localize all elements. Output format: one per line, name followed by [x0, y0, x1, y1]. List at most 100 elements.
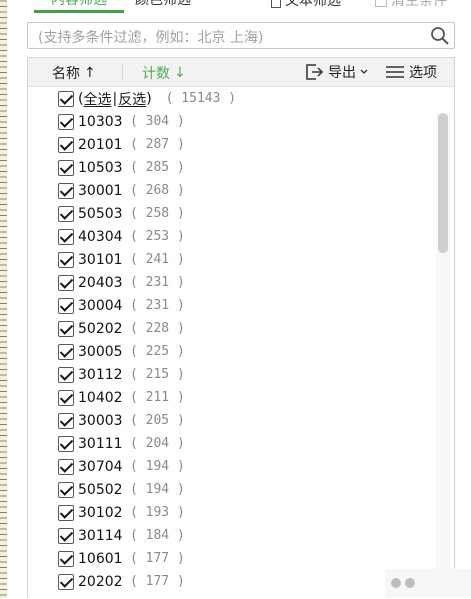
list-item[interactable]: 20101 ( 287 ) — [58, 133, 185, 156]
item-checkbox[interactable] — [58, 297, 74, 314]
item-count: ( 215 ) — [130, 367, 185, 382]
item-code: 30704 — [78, 458, 123, 475]
item-checkbox[interactable] — [58, 504, 74, 521]
item-code: 20202 — [78, 573, 123, 590]
item-checkbox[interactable] — [58, 274, 74, 291]
list-item[interactable]: 30114 ( 184 ) — [58, 524, 185, 547]
item-count: ( 194 ) — [130, 459, 185, 474]
item-checkbox[interactable] — [58, 481, 74, 498]
item-code: 10402 — [78, 389, 123, 406]
item-code: 30101 — [78, 251, 123, 268]
list-item[interactable]: 50202 ( 228 ) — [58, 317, 185, 340]
select-all-link[interactable]: 全选 — [83, 89, 111, 109]
item-count: ( 231 ) — [130, 275, 185, 290]
select-separator: | — [112, 90, 118, 107]
list-item[interactable]: 30001 ( 268 ) — [58, 179, 185, 202]
item-checkbox[interactable] — [58, 205, 74, 222]
list-item[interactable]: 40304 ( 253 ) — [58, 225, 185, 248]
item-checkbox[interactable] — [58, 435, 74, 452]
export-dropdown[interactable]: 导出 — [304, 62, 368, 82]
item-code: 50503 — [78, 205, 123, 222]
item-checkbox[interactable] — [58, 550, 74, 567]
filter-tabbar: 内容筛选 颜色筛选 文本筛选 清空条件 — [7, 0, 471, 14]
item-checkbox[interactable] — [58, 320, 74, 337]
list-item[interactable]: 20202 ( 177 ) — [58, 570, 185, 593]
search-input[interactable]: (支持多条件过滤，例如：北京 上海) — [27, 22, 455, 49]
select-all-checkbox[interactable] — [58, 90, 74, 107]
item-checkbox[interactable] — [58, 159, 74, 176]
export-label: 导出 — [328, 65, 356, 81]
item-count: ( 204 ) — [130, 436, 185, 451]
item-count: ( 177 ) — [130, 551, 185, 566]
header-divider — [122, 64, 123, 80]
menu-icon — [386, 66, 404, 78]
item-count: ( 231 ) — [130, 298, 185, 313]
invert-selection-link[interactable]: 反选 — [118, 89, 146, 109]
select-controls: ( 全选 | 反选 ) — [78, 89, 152, 109]
list-item[interactable]: 10402 ( 211 ) — [58, 386, 185, 409]
total-count: ( 15143 ) — [165, 91, 237, 106]
item-count: ( 304 ) — [130, 114, 185, 129]
list-item[interactable]: 30112 ( 215 ) — [58, 363, 185, 386]
item-checkbox[interactable] — [58, 343, 74, 360]
clear-conditions-label: 清空条件 — [391, 0, 447, 9]
tab-content-filter[interactable]: 内容筛选 — [34, 0, 124, 13]
item-count: ( 194 ) — [130, 482, 185, 497]
list-item[interactable]: 30003 ( 205 ) — [58, 409, 185, 432]
item-code: 20403 — [78, 274, 123, 291]
item-code: 10303 — [78, 113, 123, 130]
list-item[interactable]: 30005 ( 225 ) — [58, 340, 185, 363]
item-checkbox[interactable] — [58, 389, 74, 406]
tab-color-filter[interactable]: 颜色筛选 — [135, 0, 205, 11]
item-count: ( 285 ) — [130, 160, 185, 175]
name-column-label: 名称 — [52, 66, 80, 82]
list-scrollbar[interactable] — [436, 113, 450, 596]
item-code: 30114 — [78, 527, 123, 544]
clear-conditions-button[interactable]: 清空条件 — [375, 0, 447, 11]
sort-by-count-button[interactable]: 计数 ↓ — [142, 63, 186, 83]
scrollbar-thumb[interactable] — [438, 113, 448, 253]
list-item[interactable]: 50503 ( 258 ) — [58, 202, 185, 225]
item-count: ( 268 ) — [130, 183, 185, 198]
search-icon[interactable] — [430, 26, 450, 46]
item-code: 30004 — [78, 297, 123, 314]
list-item[interactable]: 50502 ( 194 ) — [58, 478, 185, 501]
list-item[interactable]: 10303 ( 304 ) — [58, 110, 185, 133]
list-item[interactable]: 30111 ( 204 ) — [58, 432, 185, 455]
item-count: ( 258 ) — [130, 206, 185, 221]
item-checkbox[interactable] — [58, 228, 74, 245]
value-list: ( 全选 | 反选 ) ( 15143 ) 10303 ( 304 ) 20101 (… — [28, 87, 454, 599]
checkbox-icon — [375, 0, 387, 7]
chevron-down-icon — [360, 69, 368, 74]
item-checkbox[interactable] — [58, 527, 74, 544]
item-checkbox[interactable] — [58, 182, 74, 199]
list-item[interactable]: 10601 ( 177 ) — [58, 547, 185, 570]
item-checkbox[interactable] — [58, 113, 74, 130]
item-checkbox[interactable] — [58, 573, 74, 590]
text-filter-button[interactable]: 文本筛选 — [271, 0, 341, 11]
item-checkbox[interactable] — [58, 251, 74, 268]
sort-by-name-button[interactable]: 名称 ↑ — [52, 63, 96, 83]
arrow-down-icon: ↓ — [174, 65, 186, 81]
options-button[interactable]: 选项 — [386, 62, 437, 82]
item-code: 10503 — [78, 159, 123, 176]
dot-icon — [391, 578, 401, 588]
list-item[interactable]: 20403 ( 231 ) — [58, 271, 185, 294]
list-item[interactable]: 30004 ( 231 ) — [58, 294, 185, 317]
item-checkbox[interactable] — [58, 136, 74, 153]
item-code: 30001 — [78, 182, 123, 199]
list-item[interactable]: 10503 ( 285 ) — [58, 156, 185, 179]
item-checkbox[interactable] — [58, 458, 74, 475]
left-edge-strip — [0, 0, 7, 598]
item-code: 20101 — [78, 136, 123, 153]
item-count: ( 211 ) — [130, 390, 185, 405]
item-checkbox[interactable] — [58, 412, 74, 429]
list-header: 名称 ↑ 计数 ↓ 导出 选项 — [28, 58, 454, 87]
item-code: 30102 — [78, 504, 123, 521]
list-item[interactable]: 30704 ( 194 ) — [58, 455, 185, 478]
item-checkbox[interactable] — [58, 366, 74, 383]
list-item[interactable]: 30101 ( 241 ) — [58, 248, 185, 271]
item-count: ( 228 ) — [130, 321, 185, 336]
list-item[interactable]: 30102 ( 193 ) — [58, 501, 185, 524]
item-count: ( 253 ) — [130, 229, 185, 244]
